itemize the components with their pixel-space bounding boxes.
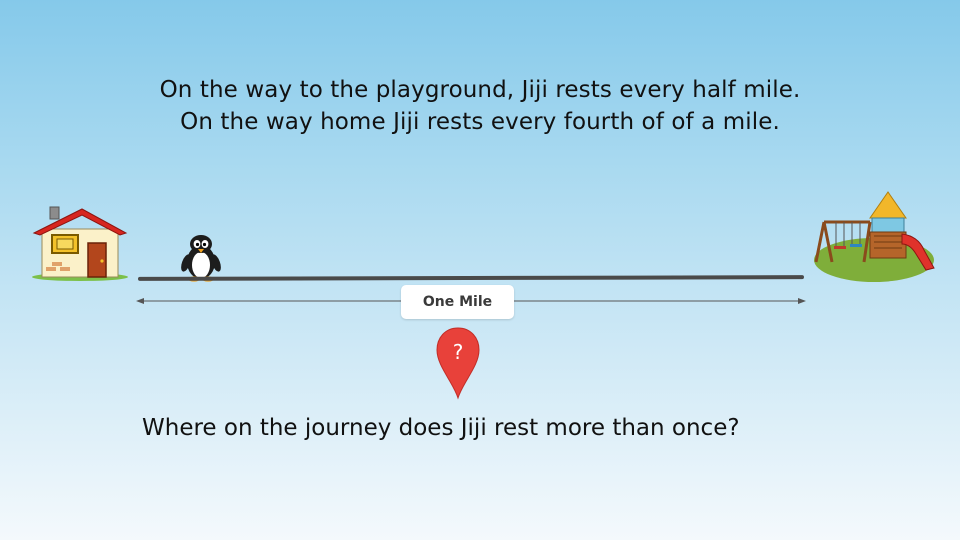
journey-line [137, 275, 805, 281]
penguin-icon [181, 235, 221, 282]
problem-statement: On the way to the playground, Jiji rests… [0, 74, 960, 138]
question-text: Where on the journey does Jiji rest more… [142, 415, 740, 441]
map-pin-icon: ? [436, 327, 480, 400]
pin-question-mark: ? [453, 340, 464, 364]
slide: On the way to the playground, Jiji rests… [0, 0, 960, 540]
problem-line-2: On the way home Jiji rests every fourth … [180, 109, 780, 135]
distance-label: One Mile [401, 285, 514, 319]
house-icon [32, 206, 128, 281]
problem-line-1: On the way to the playground, Jiji rests… [159, 77, 801, 103]
playground-icon [814, 191, 935, 282]
